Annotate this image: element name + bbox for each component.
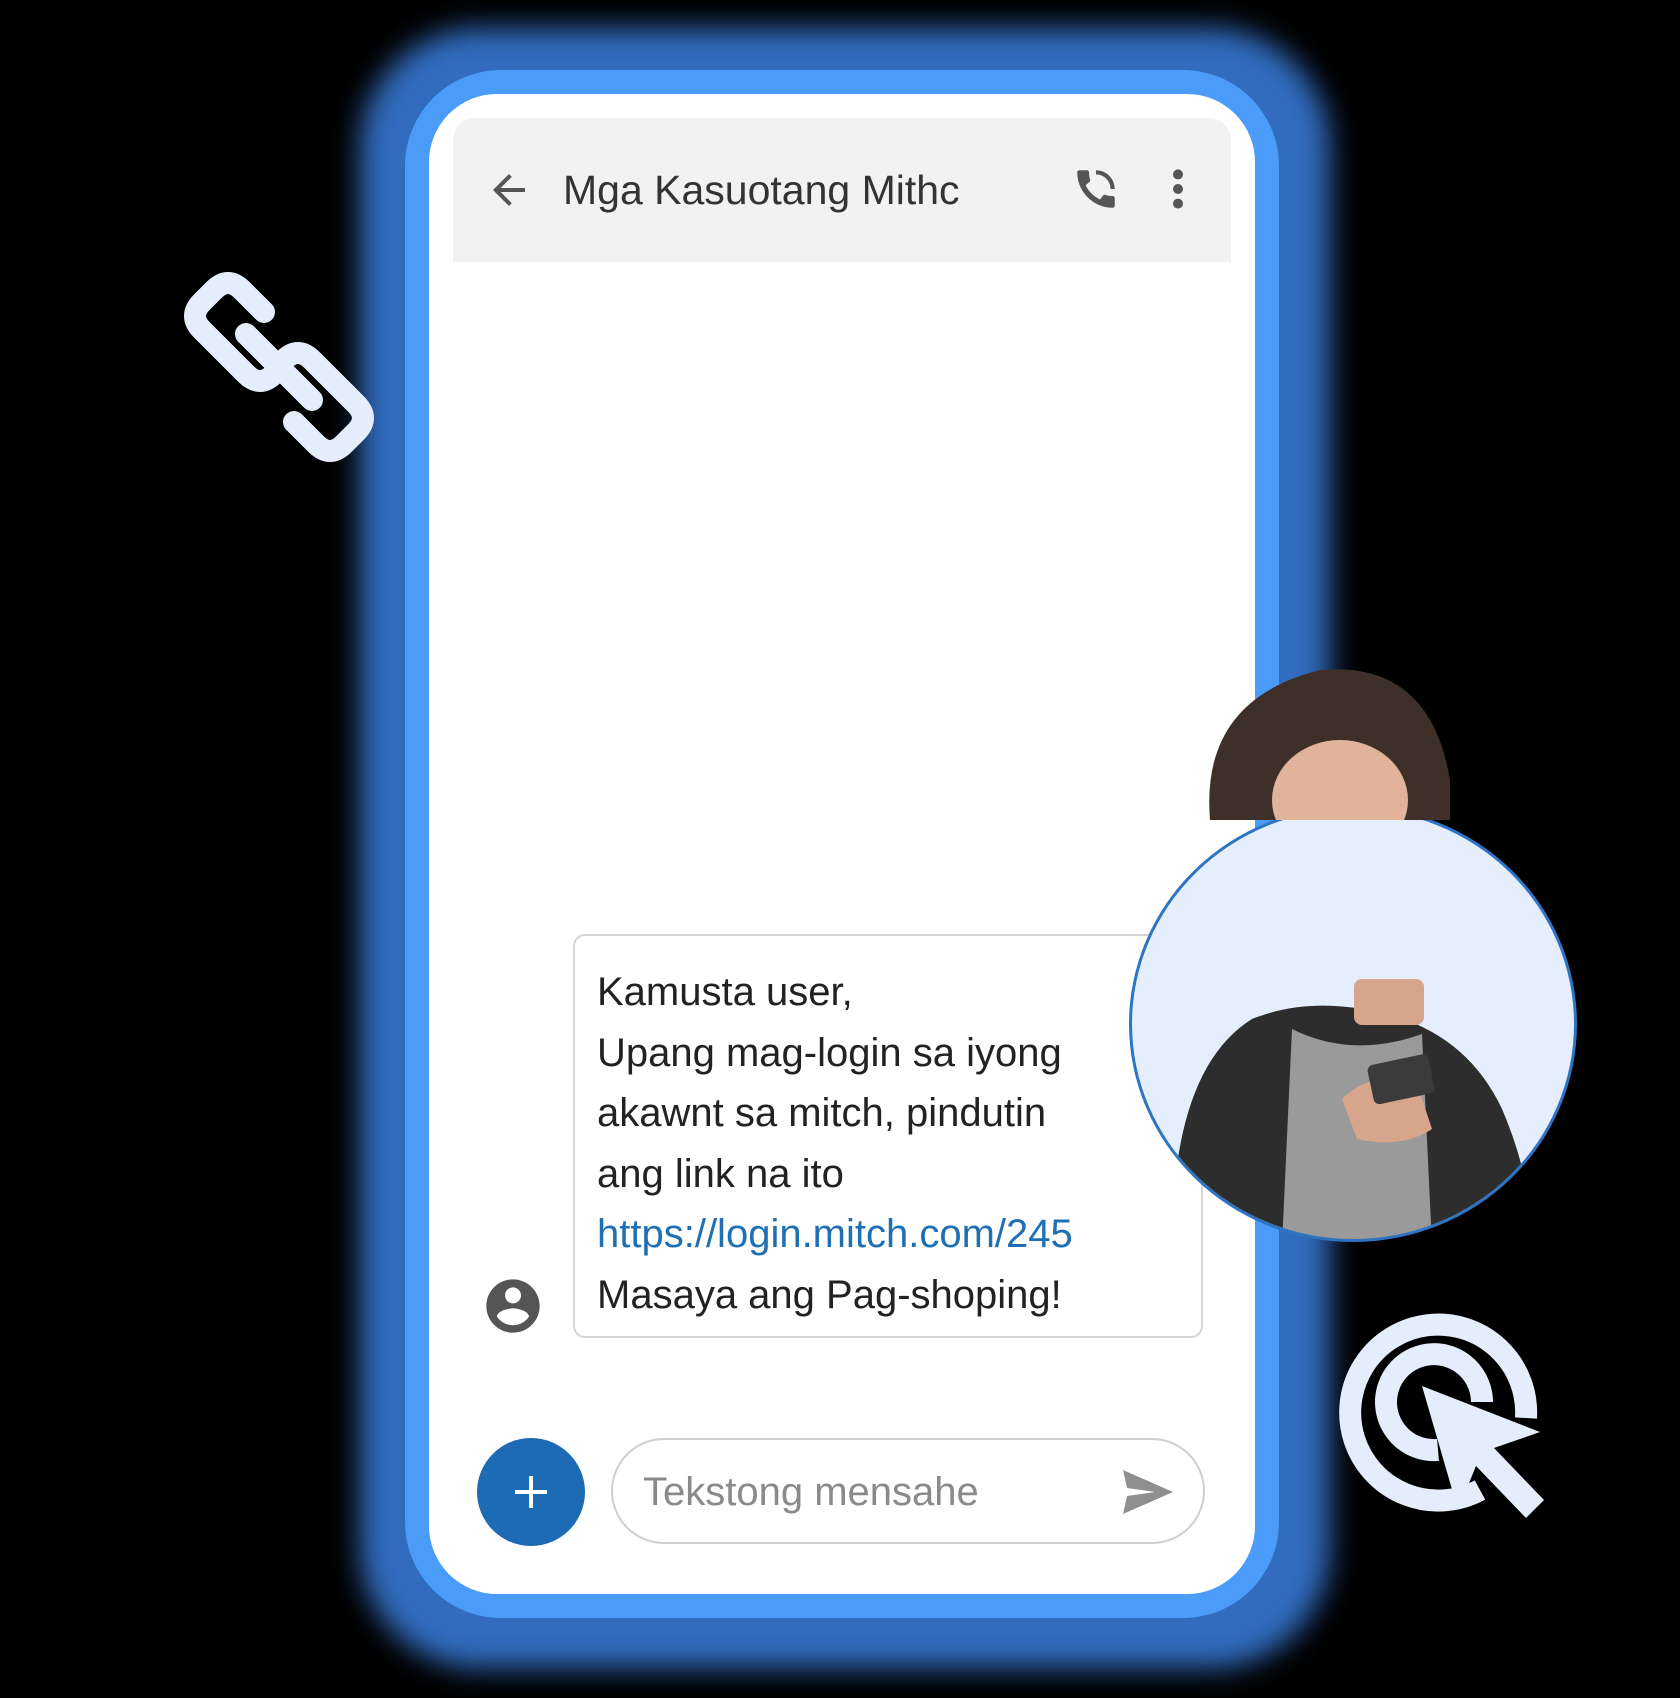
- conversation-header: Mga Kasuotang Mithc: [453, 118, 1231, 262]
- conversation-title: Mga Kasuotang Mithc: [563, 167, 960, 213]
- messaging-screen: Mga Kasuotang Mithc Kamusta user, Upang …: [429, 94, 1255, 1594]
- sender-avatar: [481, 1274, 545, 1338]
- message-line: Kamusta user,: [597, 970, 853, 1014]
- message-line: akawnt sa mitch, pindutin: [597, 1091, 1047, 1135]
- woman-using-phone-photo: [1129, 806, 1577, 1242]
- message-line: Upang mag-login sa iyong: [597, 1030, 1062, 1075]
- plus-icon: [515, 1476, 547, 1508]
- login-link[interactable]: https://login.mitch.com/245: [597, 1204, 1179, 1265]
- phone-icon: [1077, 170, 1115, 208]
- more-options-button[interactable]: [1163, 164, 1193, 214]
- arrow-left-icon: [493, 174, 525, 206]
- chain-link-icon: [184, 272, 374, 462]
- send-button[interactable]: [1121, 1468, 1175, 1516]
- back-button[interactable]: [485, 166, 533, 214]
- woman-illustration: [1172, 979, 1532, 1239]
- message-composer: [611, 1438, 1205, 1544]
- click-target-icon: [1339, 1313, 1544, 1518]
- add-attachment-button[interactable]: [477, 1438, 585, 1546]
- account-circle-icon: [486, 1279, 540, 1333]
- message-input[interactable]: [641, 1460, 1085, 1524]
- call-button[interactable]: [1071, 164, 1121, 214]
- message-closing: Masaya ang Pag-shoping!: [597, 1272, 1062, 1317]
- message-line: ang link na ito: [597, 1151, 844, 1196]
- woman-head-illustration: [1209, 669, 1450, 820]
- message-bubble: Kamusta user, Upang mag-login sa iyong a…: [573, 934, 1203, 1338]
- send-icon: [1123, 1470, 1173, 1514]
- more-vert-icon: [1173, 169, 1183, 209]
